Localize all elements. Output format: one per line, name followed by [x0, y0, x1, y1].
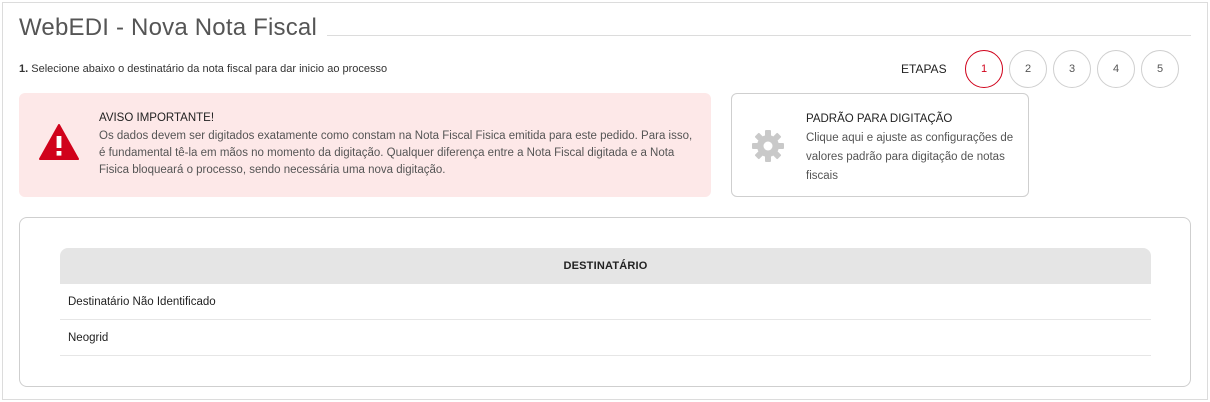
recipients-panel: DESTINATÁRIO Destinatário Não Identifica…	[19, 217, 1191, 387]
steps-indicator: ETAPAS 1 2 3 4 5	[901, 49, 1191, 89]
warning-icon	[39, 124, 79, 160]
page-title: WebEDI - Nova Nota Fiscal	[19, 13, 327, 43]
instruction-label: Selecione abaixo o destinatário da nota …	[28, 63, 388, 75]
typing-defaults-button[interactable]: PADRÃO PARA DIGITAÇÃO Clique aqui e ajus…	[731, 93, 1029, 197]
page-frame: WebEDI - Nova Nota Fiscal 1. Selecione a…	[2, 2, 1208, 400]
step-5[interactable]: 5	[1141, 50, 1179, 88]
step-3[interactable]: 3	[1053, 50, 1091, 88]
table-row[interactable]: Neogrid	[60, 320, 1151, 356]
table-row[interactable]: Destinatário Não Identificado	[60, 284, 1151, 320]
gear-icon	[752, 130, 784, 162]
defaults-text: Clique aqui e ajuste as configurações de…	[806, 132, 1014, 182]
step-2[interactable]: 2	[1009, 50, 1047, 88]
notice-text: Os dados devem ser digitados exatamente …	[99, 130, 693, 176]
title-row: WebEDI - Nova Nota Fiscal	[19, 13, 1191, 43]
instruction-text: 1. Selecione abaixo o destinatário da no…	[19, 63, 387, 75]
step-1[interactable]: 1	[965, 50, 1003, 88]
steps-label: ETAPAS	[901, 62, 947, 76]
instruction-number: 1.	[19, 63, 29, 75]
important-notice: AVISO IMPORTANTE! Os dados devem ser dig…	[19, 93, 711, 197]
title-divider	[319, 35, 1191, 36]
table-header-recipient: DESTINATÁRIO	[60, 248, 1151, 284]
recipients-table: DESTINATÁRIO Destinatário Não Identifica…	[60, 248, 1151, 356]
notice-title: AVISO IMPORTANTE!	[99, 112, 215, 124]
defaults-title: PADRÃO PARA DIGITAÇÃO	[806, 113, 953, 125]
step-4[interactable]: 4	[1097, 50, 1135, 88]
